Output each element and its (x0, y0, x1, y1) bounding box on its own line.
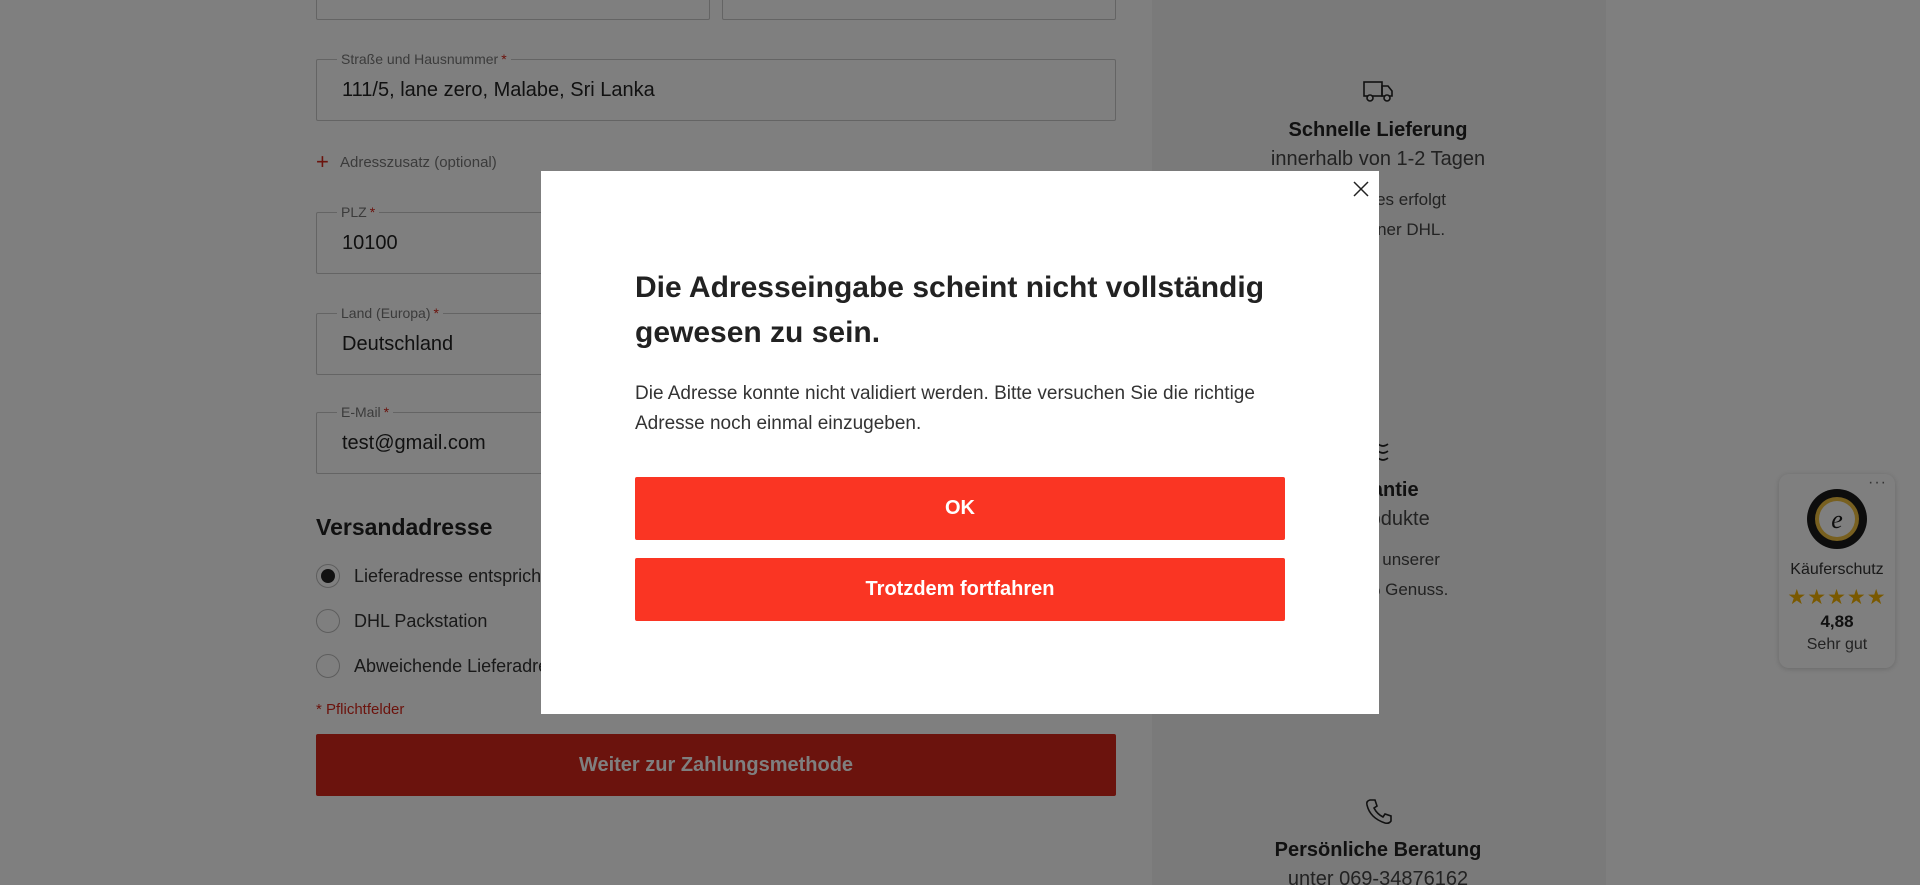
dialog-title: Die Adresseingabe scheint nicht vollstän… (635, 271, 1265, 349)
dialog-message: Die Adresse konnte nicht validiert werde… (635, 383, 1255, 434)
proceed-anyway-button[interactable]: Trotzdem fortfahren (635, 558, 1285, 621)
address-validation-dialog: Die Adresseingabe scheint nicht vollstän… (541, 171, 1379, 714)
ok-button[interactable]: OK (635, 477, 1285, 540)
close-icon[interactable] (1351, 179, 1371, 199)
